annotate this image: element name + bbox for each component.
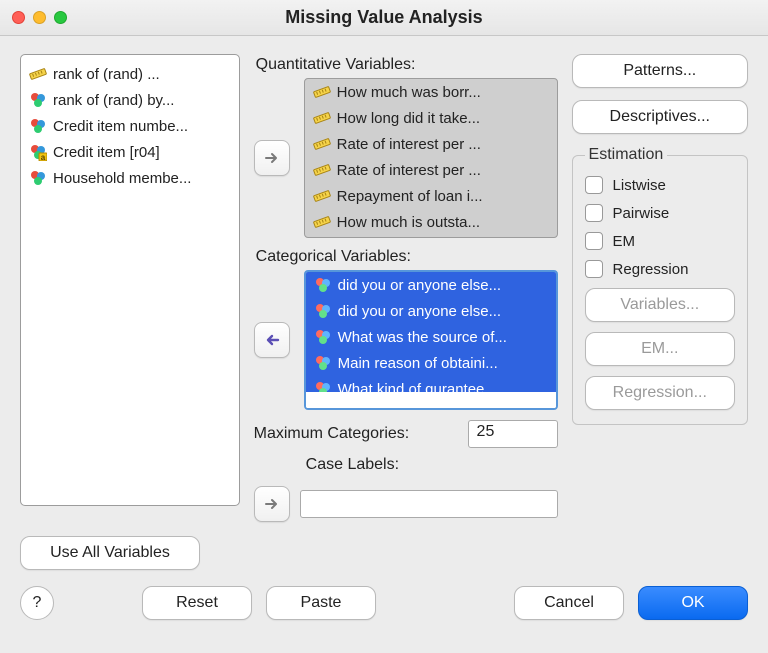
list-item-label: What kind of qurantee... — [338, 381, 497, 398]
quantitative-label: Quantitative Variables: — [254, 54, 558, 78]
list-item[interactable]: rank of (rand) ... — [21, 61, 239, 87]
cancel-button[interactable]: Cancel — [514, 586, 624, 620]
list-item-label: Main reason of obtaini... — [338, 355, 498, 372]
em-checkbox[interactable]: EM — [585, 232, 735, 250]
spheres-w-icon — [314, 276, 332, 294]
list-item-label: Household membe... — [53, 170, 191, 187]
list-item[interactable]: How much was borr... — [305, 79, 557, 105]
move-to-case-labels-button[interactable] — [254, 486, 290, 522]
spheres-icon — [29, 169, 47, 187]
list-item[interactable]: Rate of interest per ... — [305, 157, 557, 183]
list-item-label: How much is outsta... — [337, 214, 480, 231]
arrow-right-icon — [263, 495, 281, 513]
scale-icon — [313, 161, 331, 179]
list-item[interactable]: Household membe... — [21, 165, 239, 191]
regression-checkbox[interactable]: Regression — [585, 260, 735, 278]
list-item-label: Rate of interest per ... — [337, 136, 481, 153]
spheres-w-icon — [314, 380, 332, 398]
list-item[interactable]: Rate of interest per ... — [305, 131, 557, 157]
list-item-label: How long did it take... — [337, 110, 480, 127]
spheres-icon — [29, 117, 47, 135]
titlebar: Missing Value Analysis — [0, 0, 768, 36]
list-item-label: rank of (rand) ... — [53, 66, 160, 83]
move-to-quantitative-button[interactable] — [254, 140, 290, 176]
scale-icon — [313, 135, 331, 153]
list-item[interactable]: Main reason of obtaini... — [306, 350, 556, 376]
list-item[interactable]: did you or anyone else... — [306, 298, 556, 324]
reset-button[interactable]: Reset — [142, 586, 252, 620]
list-item-label: Repayment of loan i... — [337, 188, 483, 205]
patterns-button[interactable]: Patterns... — [572, 54, 748, 88]
list-item[interactable]: did you or anyone else... — [306, 272, 556, 298]
maximum-categories-label: Maximum Categories: — [254, 425, 458, 443]
list-item-label: What was the source of... — [338, 329, 507, 346]
estimation-em-button: EM... — [585, 332, 735, 366]
scale-icon — [313, 187, 331, 205]
spheres-w-icon — [314, 354, 332, 372]
list-item-label: did you or anyone else... — [338, 277, 501, 294]
arrow-right-icon — [263, 149, 281, 167]
list-item-label: rank of (rand) by... — [53, 92, 174, 109]
checkbox-icon — [585, 260, 603, 278]
move-from-categorical-button[interactable] — [254, 322, 290, 358]
list-item[interactable]: Credit item [r04] — [21, 139, 239, 165]
checkbox-icon — [585, 176, 603, 194]
scale-icon — [29, 65, 47, 83]
list-item-label: Credit item numbe... — [53, 118, 188, 135]
estimation-group: Estimation Listwise Pairwise EM — [572, 146, 748, 425]
paste-button[interactable]: Paste — [266, 586, 376, 620]
spheres-w-icon — [314, 302, 332, 320]
estimation-variables-button: Variables... — [585, 288, 735, 322]
spheres-icon — [29, 91, 47, 109]
ok-button[interactable]: OK — [638, 586, 748, 620]
list-item-label: Rate of interest per ... — [337, 162, 481, 179]
listwise-checkbox[interactable]: Listwise — [585, 176, 735, 194]
list-item[interactable]: rank of (rand) by... — [21, 87, 239, 113]
list-item-label: How much was borr... — [337, 84, 481, 101]
list-item[interactable]: Repayment of loan i... — [305, 183, 557, 209]
scale-icon — [313, 213, 331, 231]
quantitative-variables-list[interactable]: How much was borr... How long did it take… — [304, 78, 558, 238]
list-item[interactable]: Credit item numbe... — [21, 113, 239, 139]
scale-icon — [313, 83, 331, 101]
arrow-left-icon — [263, 331, 281, 349]
list-item-label: Credit item [r04] — [53, 144, 160, 161]
checkbox-icon — [585, 232, 603, 250]
spheres-a-icon — [29, 143, 47, 161]
list-item[interactable]: What was the source of... — [306, 324, 556, 350]
categorical-label: Categorical Variables: — [254, 246, 558, 270]
list-item[interactable]: How much is outsta... — [305, 209, 557, 235]
use-all-variables-button[interactable]: Use All Variables — [20, 536, 200, 570]
dialog-footer: ? Reset Paste Cancel OK — [0, 580, 768, 634]
case-labels-label: Case Labels: — [304, 454, 558, 478]
spheres-w-icon — [314, 328, 332, 346]
maximum-categories-input[interactable]: 25 — [468, 420, 558, 448]
list-item[interactable]: How long did it take... — [305, 105, 557, 131]
list-item[interactable]: What kind of qurantee... — [306, 376, 556, 402]
pairwise-checkbox[interactable]: Pairwise — [585, 204, 735, 222]
source-variables-list[interactable]: rank of (rand) ... rank of (rand) by... Cr… — [20, 54, 240, 506]
scale-icon — [313, 109, 331, 127]
case-labels-input[interactable] — [300, 490, 558, 518]
dialog-window: Missing Value Analysis rank of (rand) ..… — [0, 0, 768, 634]
help-button[interactable]: ? — [20, 586, 54, 620]
categorical-variables-list[interactable]: did you or anyone else... did you or anyo… — [304, 270, 558, 410]
dialog-title: Missing Value Analysis — [0, 7, 768, 28]
descriptives-button[interactable]: Descriptives... — [572, 100, 748, 134]
list-item-label: did you or anyone else... — [338, 303, 501, 320]
estimation-legend: Estimation — [585, 146, 668, 164]
estimation-regression-button: Regression... — [585, 376, 735, 410]
checkbox-icon — [585, 204, 603, 222]
